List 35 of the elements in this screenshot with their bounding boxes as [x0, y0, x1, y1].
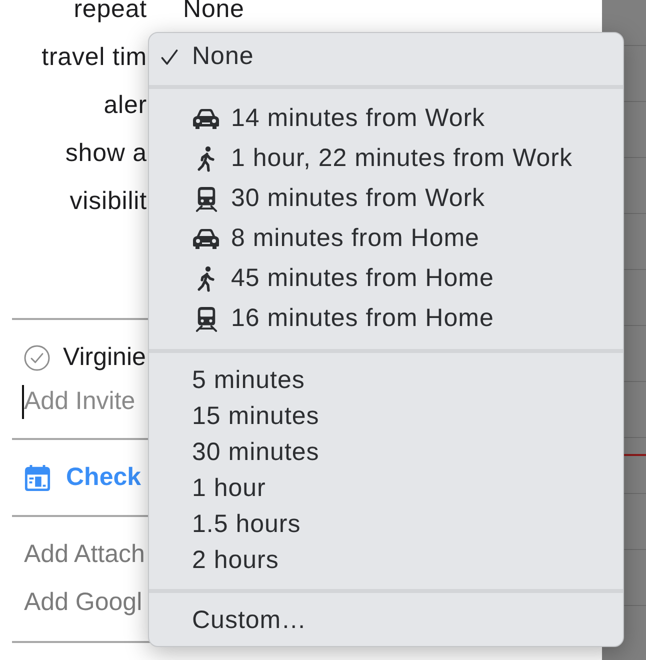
action-link[interactable]: Add Googl	[24, 584, 142, 622]
current-time-line	[624, 454, 646, 456]
check-circle-icon	[24, 345, 50, 371]
field-label: travel tim	[42, 42, 147, 74]
menu-item[interactable]: 1.5 hours	[149, 507, 623, 543]
field-label: aler	[104, 90, 147, 122]
car-icon	[192, 108, 220, 130]
menu-item[interactable]: 15 minutes	[149, 399, 623, 435]
invitee-field[interactable]: Add Invite	[24, 385, 146, 419]
walking-person-icon	[197, 266, 215, 292]
menu-item[interactable]: 45 minutes from Home	[149, 259, 623, 299]
train-icon	[194, 186, 218, 212]
text-cursor	[22, 385, 24, 419]
menu-item[interactable]: 16 minutes from Home	[149, 299, 623, 339]
car-icon	[192, 228, 220, 250]
menu-item[interactable]: 8 minutes from Home	[149, 219, 623, 259]
menu-item[interactable]: None	[149, 39, 623, 75]
train-icon	[194, 306, 218, 332]
field-label: show a	[65, 138, 147, 170]
field-label: repeat	[74, 0, 147, 26]
field-value[interactable]: None	[183, 0, 244, 29]
action-link[interactable]: Add Attach	[24, 536, 145, 574]
menu-item[interactable]: 2 hours	[149, 543, 623, 579]
menu-item[interactable]: 30 minutes	[149, 435, 623, 471]
menu-item[interactable]: 1 hour, 22 minutes from Work	[149, 139, 623, 179]
menu-item[interactable]: 30 minutes from Work	[149, 179, 623, 219]
field-label: visibilit	[70, 186, 147, 218]
invitee-name: Virginie	[63, 342, 146, 374]
checkmark-icon	[161, 48, 178, 66]
walking-person-icon	[197, 146, 215, 172]
calendar-icon	[24, 464, 51, 492]
menu-item[interactable]: Custom…	[149, 603, 623, 639]
menu-item[interactable]: 14 minutes from Work	[149, 99, 623, 139]
menu-item[interactable]: 5 minutes	[149, 363, 623, 399]
menu-item[interactable]: 1 hour	[149, 471, 623, 507]
